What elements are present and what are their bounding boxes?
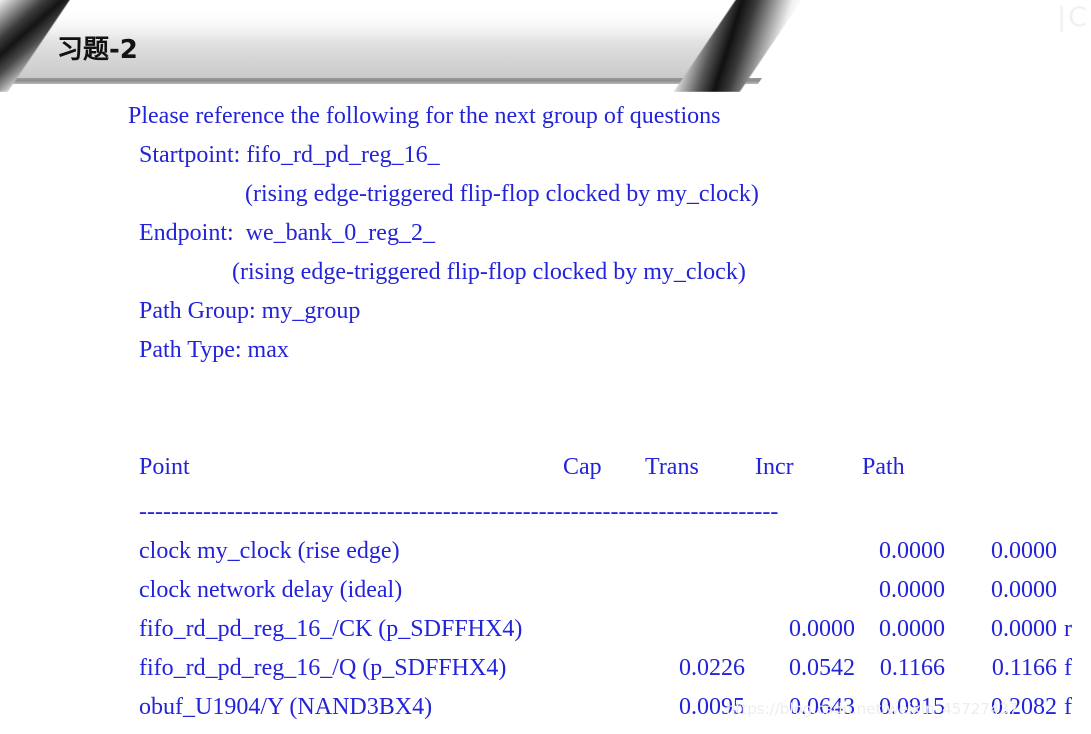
cell-incr: 0.0000 (879, 616, 945, 642)
cell-incr: 0.0000 (879, 538, 945, 564)
table-row: clock my_clock (rise edge) 0.0000 0.0000 (139, 538, 1057, 578)
cell-cap: 0.0226 (679, 655, 745, 681)
url-watermark: https://blog.csdn.net/weixin_45727437 (726, 700, 1019, 718)
column-header-incr: Incr (755, 454, 794, 480)
cell-path: 0.0000 (991, 577, 1057, 603)
cell-edge: f (1064, 655, 1072, 681)
cell-path: 0.0000 (991, 538, 1057, 564)
slide-title: 习题-2 (57, 35, 138, 65)
endpoint-line: Endpoint: we_bank_0_reg_2_ (139, 220, 435, 246)
timing-report-table: Point Cap Trans Incr Path clock my_clock… (139, 455, 1072, 734)
column-header-path: Path (862, 454, 905, 480)
table-row: fifo_rd_pd_reg_16_/CK (p_SDFFHX4) 0.0000… (139, 616, 1072, 656)
cell-incr: 0.1166 (879, 655, 945, 681)
startpoint-line: Startpoint: fifo_rd_pd_reg_16_ (139, 142, 440, 168)
column-header-trans: Trans (645, 454, 699, 480)
cell-point: clock network delay (ideal) (139, 577, 403, 603)
cell-point: obuf_U1904/Y (NAND3BX4) (139, 694, 433, 720)
report-header-row: Point Cap Trans Incr Path (139, 455, 949, 494)
table-row: fifo_rd_pd_reg_16_/Q (p_SDFFHX4) 0.0226 … (139, 655, 1072, 695)
cell-point: clock my_clock (rise edge) (139, 538, 400, 564)
cell-point: fifo_rd_pd_reg_16_/Q (p_SDFFHX4) (139, 655, 507, 681)
path-group-line: Path Group: my_group (139, 298, 361, 324)
cell-path: 0.0000 (991, 616, 1057, 642)
cell-path: 0.1166 (991, 655, 1057, 681)
endpoint-note-line: (rising edge-triggered flip-flop clocked… (232, 259, 746, 285)
cell-edge: f (1064, 694, 1072, 720)
table-row: clock network delay (ideal) 0.0000 0.000… (139, 577, 1057, 617)
column-header-point: Point (139, 454, 190, 480)
startpoint-note-line: (rising edge-triggered flip-flop clocked… (245, 181, 759, 207)
cell-point: fifo_rd_pd_reg_16_/CK (p_SDFFHX4) (139, 616, 523, 642)
intro-line: Please reference the following for the n… (128, 103, 721, 129)
cell-edge: r (1064, 616, 1072, 642)
path-type-line: Path Type: max (139, 337, 289, 363)
cell-incr: 0.0000 (879, 577, 945, 603)
